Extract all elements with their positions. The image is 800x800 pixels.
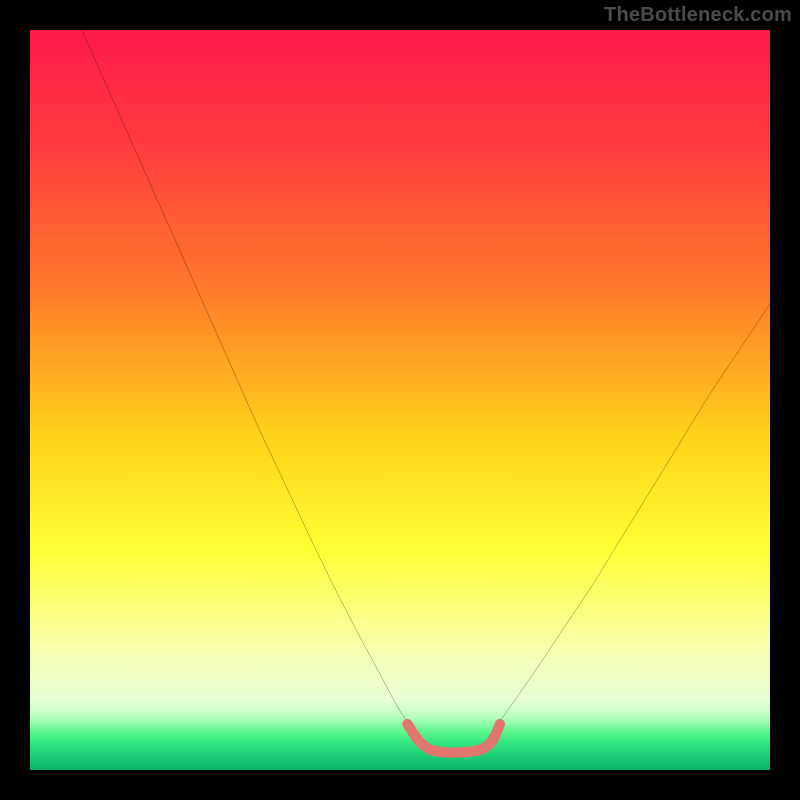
optimal-band: [407, 724, 500, 752]
curve-layer: [30, 30, 770, 770]
chart-frame: TheBottleneck.com: [0, 0, 800, 800]
plot-area: [30, 30, 770, 770]
watermark-text: TheBottleneck.com: [604, 4, 792, 27]
bottleneck-curve-left: [82, 30, 419, 737]
bottleneck-curve-right: [489, 304, 770, 737]
